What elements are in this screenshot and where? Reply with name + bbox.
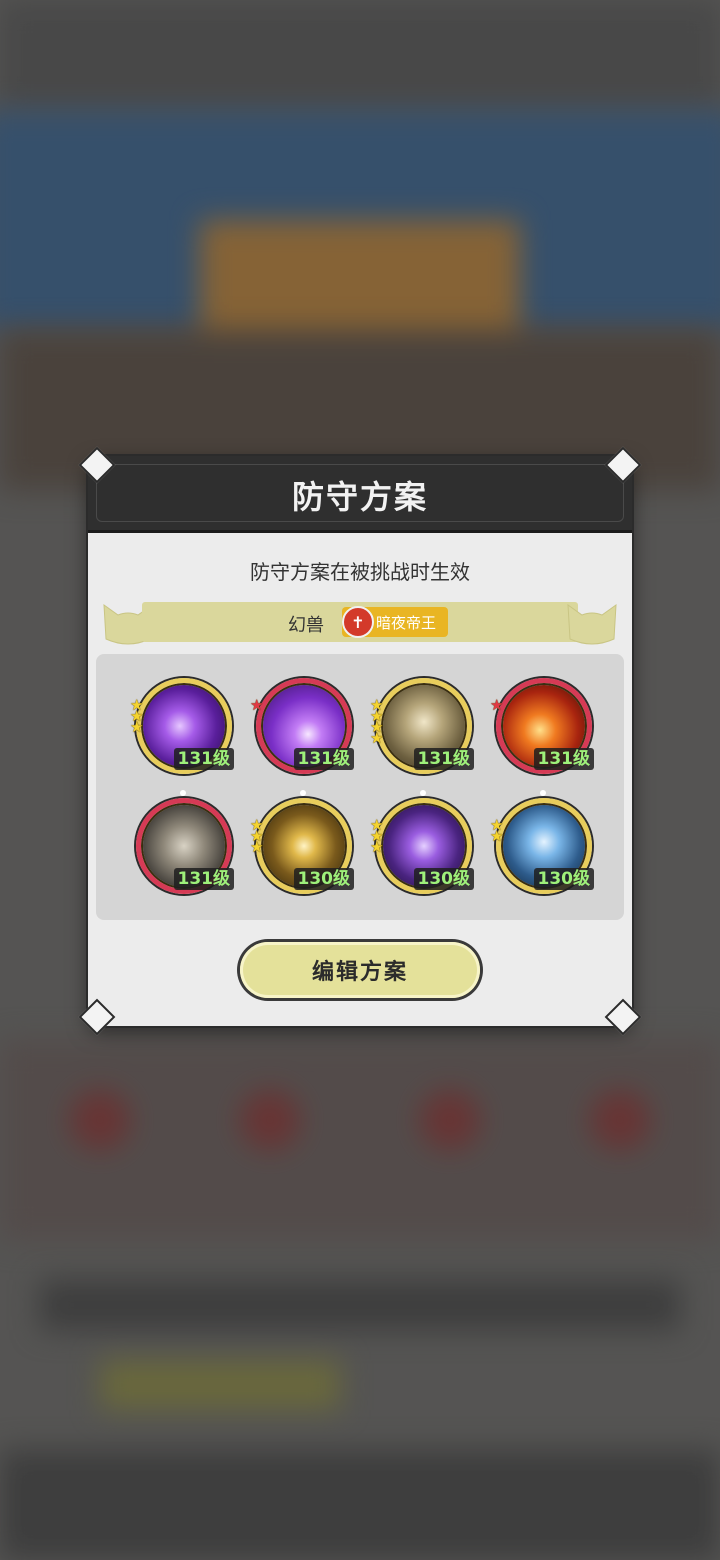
beast-badge[interactable]: ✝ 暗夜帝王 bbox=[342, 606, 448, 638]
beast-emblem-icon: ✝ bbox=[342, 606, 374, 638]
skill-shadow-orb[interactable]: ★ ★ ★ 130级 bbox=[370, 790, 474, 894]
skill-panel: ★ ★ ★ 131级 ★ 131级 ★ ★ ★ ★ 131级 ★ 131级 131级 bbox=[96, 654, 624, 920]
skill-golden-vortex[interactable]: ★ ★ ★ 130级 bbox=[250, 790, 354, 894]
dialog-title: 防守方案 bbox=[291, 478, 428, 516]
star-rating: ★ ★ ★ bbox=[130, 696, 144, 736]
beast-label: 幻兽 bbox=[288, 615, 324, 636]
skill-level: 131级 bbox=[173, 868, 234, 890]
skill-level: 130级 bbox=[533, 868, 594, 890]
skill-level: 131级 bbox=[413, 748, 474, 770]
skill-level: 131级 bbox=[533, 748, 594, 770]
beast-banner: 幻兽 ✝ 暗夜帝王 bbox=[100, 599, 620, 645]
skill-stone-guard[interactable]: 131级 bbox=[136, 790, 234, 894]
skill-level: 131级 bbox=[293, 748, 354, 770]
skill-violet-orb[interactable]: ★ 131级 bbox=[250, 678, 354, 774]
skill-fire-slash[interactable]: ★ 131级 bbox=[490, 678, 594, 774]
skill-ice-crown[interactable]: ★ ★ 130级 bbox=[490, 790, 594, 894]
cat-ear-right-icon bbox=[567, 603, 617, 645]
skill-level: 130级 bbox=[413, 868, 474, 890]
skill-level: 131级 bbox=[173, 748, 234, 770]
star-rating: ★ ★ ★ ★ bbox=[370, 696, 384, 747]
skill-level: 130级 bbox=[293, 868, 354, 890]
star-rating: ★ ★ ★ bbox=[250, 816, 264, 856]
star-rating: ★ bbox=[250, 696, 264, 714]
star-rating: ★ bbox=[490, 696, 504, 714]
dialog-header: 防守方案 bbox=[88, 456, 632, 533]
skill-dark-hand[interactable]: ★ ★ ★ ★ 131级 bbox=[370, 678, 474, 774]
defense-plan-dialog: 防守方案 防守方案在被挑战时生效 幻兽 ✝ 暗夜帝王 ★★★ 131级 ★ bbox=[78, 446, 642, 1036]
star-rating: ★ ★ ★ bbox=[370, 816, 384, 856]
edit-plan-button[interactable]: 编辑方案 bbox=[240, 942, 480, 998]
skill-violet-heart[interactable]: ★ ★ ★ 131级 bbox=[130, 678, 234, 774]
star-rating: ★ ★ bbox=[490, 816, 504, 845]
dialog-subtitle: 防守方案在被挑战时生效 bbox=[250, 560, 470, 584]
beast-name: 暗夜帝王 bbox=[376, 614, 437, 632]
